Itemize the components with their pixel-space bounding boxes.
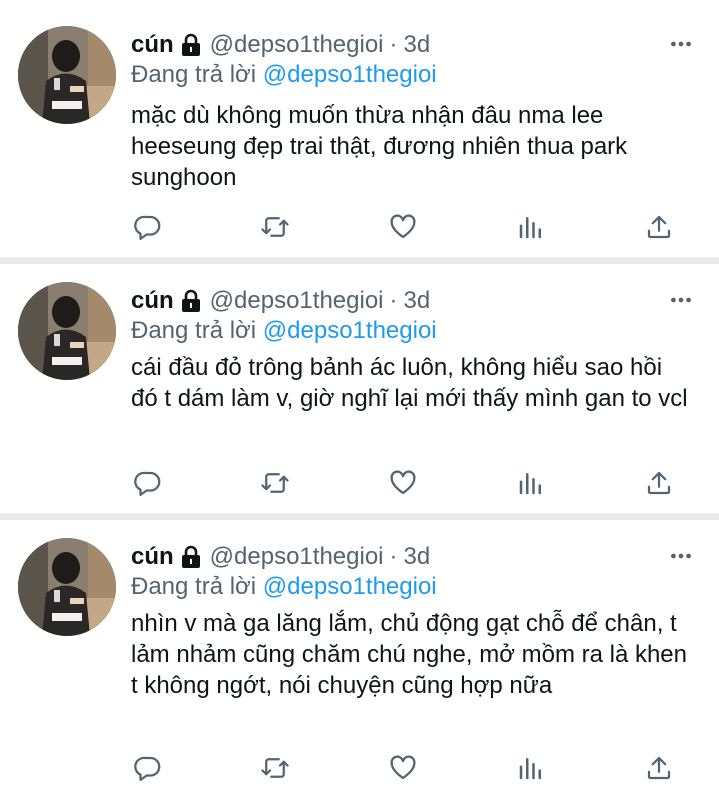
- more-options-icon[interactable]: [667, 286, 695, 314]
- tweet-header: cún @depso1thegioi · 3d: [131, 286, 430, 316]
- lock-icon: [180, 33, 202, 57]
- retweet-icon[interactable]: [257, 463, 293, 503]
- username[interactable]: @depso1thegioi: [210, 30, 384, 60]
- lock-icon: [180, 289, 202, 313]
- reply-icon[interactable]: [130, 748, 166, 788]
- reply-mention-link[interactable]: @depso1thegioi: [263, 573, 437, 600]
- avatar[interactable]: [18, 26, 116, 124]
- analytics-icon[interactable]: [513, 207, 549, 247]
- separator-dot: ·: [389, 287, 398, 314]
- avatar[interactable]: [18, 538, 116, 636]
- avatar[interactable]: [18, 282, 116, 380]
- tweet-actions: [130, 463, 675, 503]
- share-icon[interactable]: [641, 748, 677, 788]
- display-name[interactable]: cún: [131, 30, 174, 60]
- share-icon[interactable]: [641, 463, 677, 503]
- tweet-actions: [130, 748, 675, 788]
- analytics-icon[interactable]: [513, 463, 549, 503]
- replying-to: Đang trả lời @depso1thegioi: [131, 572, 437, 602]
- tweet-text: mặc dù không muốn thừa nhận đâu nma lee …: [131, 102, 628, 191]
- replying-to: Đang trả lời @depso1thegioi: [131, 60, 437, 90]
- username[interactable]: @depso1thegioi: [210, 286, 384, 316]
- lock-icon: [180, 545, 202, 569]
- timestamp[interactable]: 3d: [404, 286, 431, 316]
- reply-mention-link[interactable]: @depso1thegioi: [263, 317, 437, 344]
- replying-to-label: Đang trả lời: [131, 61, 257, 88]
- display-name[interactable]: cún: [131, 286, 174, 316]
- reply-mention-link[interactable]: @depso1thegioi: [263, 61, 437, 88]
- separator-dot: ·: [389, 543, 398, 570]
- timeline: cún @depso1thegioi · 3d Đang trả lời @de…: [0, 0, 719, 802]
- more-options-icon[interactable]: [667, 542, 695, 570]
- more-options-icon[interactable]: [667, 30, 695, 58]
- retweet-icon[interactable]: [257, 748, 293, 788]
- tweet-header: cún @depso1thegioi · 3d: [131, 542, 430, 572]
- heart-icon[interactable]: [385, 207, 421, 247]
- replying-to-label: Đang trả lời: [131, 317, 257, 344]
- replying-to: Đang trả lời @depso1thegioi: [131, 316, 437, 346]
- heart-icon[interactable]: [385, 463, 421, 503]
- reply-icon[interactable]: [130, 463, 166, 503]
- tweet-header: cún @depso1thegioi · 3d: [131, 30, 430, 60]
- timestamp[interactable]: 3d: [404, 542, 431, 572]
- username[interactable]: @depso1thegioi: [210, 542, 384, 572]
- display-name[interactable]: cún: [131, 542, 174, 572]
- tweet[interactable]: cún @depso1thegioi · 3d Đang trả lời @de…: [0, 0, 719, 258]
- tweet[interactable]: cún @depso1thegioi · 3d Đang trả lời @de…: [0, 520, 719, 802]
- reply-icon[interactable]: [130, 207, 166, 247]
- tweet-text: nhìn v mà ga lăng lắm, chủ động gạt chỗ …: [131, 610, 687, 699]
- tweet-text: cái đầu đỏ trông bảnh ác luôn, không hiể…: [131, 354, 688, 412]
- separator-dot: ·: [389, 31, 398, 58]
- replying-to-label: Đang trả lời: [131, 573, 257, 600]
- share-icon[interactable]: [641, 207, 677, 247]
- analytics-icon[interactable]: [513, 748, 549, 788]
- tweet[interactable]: cún @depso1thegioi · 3d Đang trả lời @de…: [0, 264, 719, 514]
- heart-icon[interactable]: [385, 748, 421, 788]
- tweet-actions: [130, 207, 675, 247]
- retweet-icon[interactable]: [257, 207, 293, 247]
- timestamp[interactable]: 3d: [404, 30, 431, 60]
